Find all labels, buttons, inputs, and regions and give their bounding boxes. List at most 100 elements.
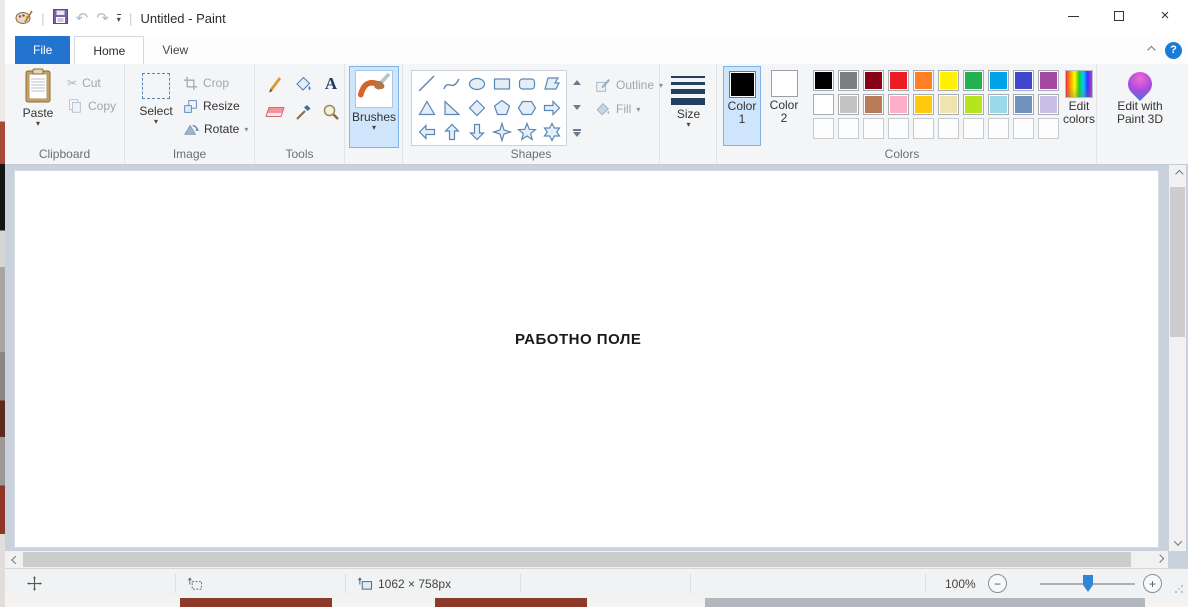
palette-empty-slot[interactable]	[886, 116, 911, 140]
copy-button[interactable]: Copy	[67, 95, 116, 117]
palette-swatch[interactable]	[836, 68, 861, 92]
shape-five-point-star[interactable]	[514, 120, 539, 144]
status-separator	[690, 574, 691, 593]
palette-swatch[interactable]	[1036, 92, 1061, 116]
shape-diamond[interactable]	[464, 96, 489, 120]
palette-swatch[interactable]	[936, 68, 961, 92]
palette-empty-slot[interactable]	[1011, 116, 1036, 140]
shape-six-point-star[interactable]	[539, 120, 564, 144]
crop-button[interactable]: Crop	[183, 72, 229, 94]
tab-file[interactable]: File	[15, 36, 70, 64]
palette-swatch[interactable]	[811, 92, 836, 116]
shape-polygon[interactable]	[539, 72, 564, 96]
palette-empty-slot[interactable]	[961, 116, 986, 140]
zoom-out-button[interactable]: −	[988, 569, 1007, 598]
shapes-scroll-down[interactable]	[569, 95, 585, 120]
vertical-scroll-thumb[interactable]	[1170, 187, 1185, 337]
scroll-down-button[interactable]	[1169, 534, 1186, 551]
palette-empty-slot[interactable]	[936, 116, 961, 140]
palette-swatch[interactable]	[836, 92, 861, 116]
scroll-left-button[interactable]	[5, 551, 22, 568]
maximize-button[interactable]	[1096, 0, 1142, 32]
palette-swatch[interactable]	[961, 92, 986, 116]
palette-empty-slot[interactable]	[861, 116, 886, 140]
cut-button[interactable]: ✂ Cut	[67, 72, 101, 94]
palette-swatch[interactable]	[986, 92, 1011, 116]
color-picker-button[interactable]	[291, 100, 315, 124]
palette-empty-slot[interactable]	[986, 116, 1011, 140]
edit-with-paint3d-button[interactable]: Edit with Paint 3D	[1105, 64, 1175, 126]
shape-rounded-rectangle[interactable]	[514, 72, 539, 96]
shape-curve[interactable]	[439, 72, 464, 96]
shape-oval[interactable]	[464, 72, 489, 96]
horizontal-scrollbar[interactable]	[5, 551, 1168, 568]
shape-down-arrow[interactable]	[464, 120, 489, 144]
palette-swatch[interactable]	[886, 92, 911, 116]
pencil-tool-button[interactable]	[263, 72, 287, 96]
palette-swatch[interactable]	[886, 68, 911, 92]
resize-button[interactable]: Resize	[183, 95, 240, 117]
shapes-more-button[interactable]	[569, 121, 585, 146]
undo-button[interactable]: ↶	[76, 9, 89, 27]
text-tool-button[interactable]: A	[319, 72, 343, 96]
palette-swatch[interactable]	[911, 92, 936, 116]
resize-grip[interactable]	[1174, 584, 1184, 594]
shape-rectangle[interactable]	[489, 72, 514, 96]
minimize-button[interactable]	[1050, 0, 1096, 32]
palette-swatch[interactable]	[986, 68, 1011, 92]
save-button[interactable]	[53, 9, 68, 27]
palette-swatch[interactable]	[811, 68, 836, 92]
scroll-right-button[interactable]	[1151, 551, 1168, 568]
redo-button[interactable]: ↷	[96, 9, 109, 27]
horizontal-scroll-thumb[interactable]	[23, 552, 1131, 567]
palette-swatch[interactable]	[1011, 92, 1036, 116]
shape-line[interactable]	[414, 72, 439, 96]
drawing-canvas[interactable]: РАБОТНО ПОЛЕ	[14, 170, 1159, 548]
tab-view[interactable]: View	[144, 36, 206, 64]
customize-qat-dropdown[interactable]: ▾	[117, 14, 121, 23]
shape-triangle[interactable]	[414, 96, 439, 120]
shape-up-arrow[interactable]	[439, 120, 464, 144]
color1-button[interactable]: Color 1	[723, 66, 761, 146]
palette-swatch[interactable]	[911, 68, 936, 92]
shape-hexagon[interactable]	[514, 96, 539, 120]
shapes-scroll-up[interactable]	[569, 70, 585, 95]
scroll-up-button[interactable]	[1169, 165, 1186, 182]
fill-with-color-button[interactable]	[291, 72, 315, 96]
help-button[interactable]: ?	[1165, 42, 1182, 59]
palette-swatch[interactable]	[1036, 68, 1061, 92]
palette-empty-slot[interactable]	[911, 116, 936, 140]
zoom-slider-thumb[interactable]	[1083, 575, 1093, 592]
collapse-ribbon-icon[interactable]	[1147, 46, 1155, 54]
shape-right-triangle[interactable]	[439, 96, 464, 120]
palette-swatch[interactable]	[936, 92, 961, 116]
palette-empty-slot[interactable]	[1036, 116, 1061, 140]
palette-swatch[interactable]	[1011, 68, 1036, 92]
close-button[interactable]: ×	[1142, 0, 1188, 32]
brushes-button[interactable]: Brushes ▾	[349, 66, 399, 148]
size-button[interactable]: Size ▾	[660, 64, 717, 148]
palette-empty-slot[interactable]	[836, 116, 861, 140]
edit-colors-button[interactable]: Edit colors	[1061, 66, 1097, 126]
vertical-scrollbar[interactable]	[1169, 165, 1186, 551]
desktop-bar	[705, 598, 1145, 607]
paste-button[interactable]: Paste ▾	[15, 68, 61, 128]
eraser-button[interactable]	[263, 100, 287, 124]
tab-home[interactable]: Home	[74, 36, 144, 64]
palette-swatch[interactable]	[861, 68, 886, 92]
color2-button[interactable]: Color 2	[765, 66, 803, 146]
shape-left-arrow[interactable]	[414, 120, 439, 144]
ribbon-tabs: File Home View	[15, 36, 206, 64]
rotate-button[interactable]: Rotate ▾	[183, 118, 248, 140]
zoom-in-button[interactable]: +	[1143, 569, 1162, 598]
palette-swatch[interactable]	[961, 68, 986, 92]
palette-empty-slot[interactable]	[811, 116, 836, 140]
shape-fill-button[interactable]: Fill ▾	[595, 98, 640, 120]
shape-pentagon[interactable]	[489, 96, 514, 120]
magnifier-button[interactable]	[319, 100, 343, 124]
shape-four-point-star[interactable]	[489, 120, 514, 144]
shape-right-arrow[interactable]	[539, 96, 564, 120]
shape-outline-button[interactable]: Outline ▾	[595, 74, 663, 96]
select-button[interactable]: Select ▾	[133, 68, 179, 126]
palette-swatch[interactable]	[861, 92, 886, 116]
